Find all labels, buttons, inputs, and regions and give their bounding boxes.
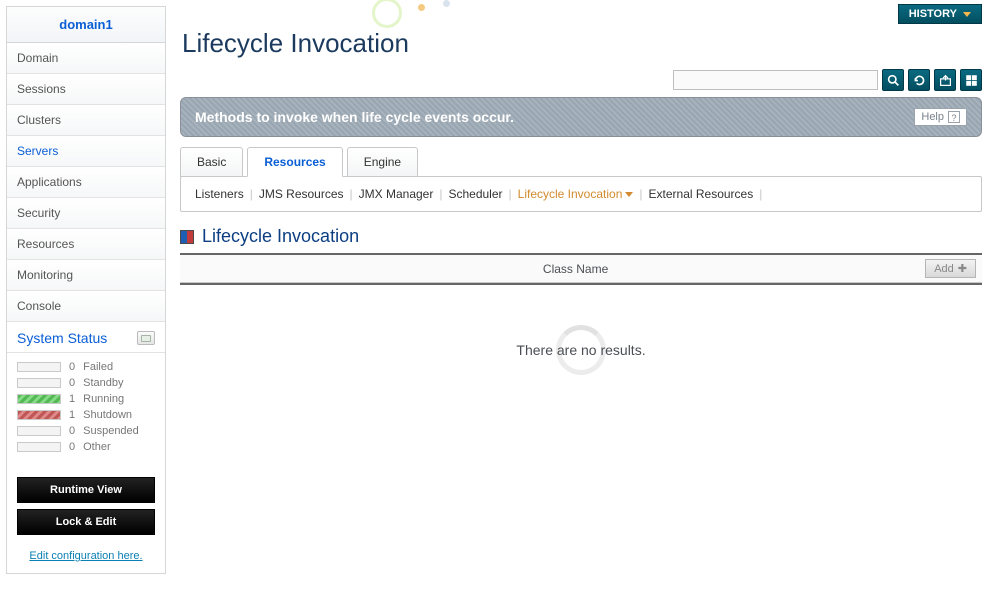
status-bar-icon (17, 362, 61, 372)
status-row-running: 1 Running (17, 393, 155, 405)
subnav: Listeners| JMS Resources| JMX Manager| S… (195, 187, 967, 201)
status-bar-icon (17, 394, 61, 404)
subnav-item-label: Lifecycle Invocation (518, 187, 623, 201)
status-count: 1 (69, 393, 75, 405)
sidebar: domain1 Domain Sessions Clusters Servers… (6, 6, 166, 574)
status-label: Suspended (83, 425, 139, 437)
chevron-down-icon (625, 192, 633, 197)
status-row-suspended: 0 Suspended (17, 425, 155, 437)
add-button[interactable]: Add ✚ (925, 259, 976, 278)
help-icon: ? (948, 111, 960, 123)
status-bar-icon (17, 410, 61, 420)
main-content: HISTORY Lifecycle Invocation Methods to … (172, 0, 990, 580)
status-label: Other (83, 441, 111, 453)
runtime-view-button[interactable]: Runtime View (17, 477, 155, 503)
chevron-down-icon (963, 12, 971, 17)
tab-engine[interactable]: Engine (347, 147, 418, 177)
banner-text: Methods to invoke when life cycle events… (195, 109, 514, 125)
table-header: Class Name Add ✚ (180, 255, 982, 283)
status-count: 0 (69, 361, 75, 373)
empty-message: There are no results. (516, 342, 645, 358)
export-icon[interactable] (934, 69, 956, 91)
subnav-lifecycle-invocation[interactable]: Lifecycle Invocation (518, 187, 634, 201)
tab-resources[interactable]: Resources (247, 147, 342, 177)
nav-monitoring[interactable]: Monitoring (7, 260, 165, 291)
subnav-jms-resources[interactable]: JMS Resources (259, 187, 344, 201)
empty-state: There are no results. (180, 305, 982, 395)
nav-console[interactable]: Console (7, 291, 165, 322)
tab-basic[interactable]: Basic (180, 147, 243, 177)
search-input[interactable] (673, 70, 878, 90)
status-label: Running (83, 393, 124, 405)
add-button-label: Add (934, 263, 954, 275)
column-class-name: Class Name (226, 262, 925, 276)
status-count: 1 (69, 409, 75, 421)
nav-sessions[interactable]: Sessions (7, 74, 165, 105)
nav-servers[interactable]: Servers (7, 136, 165, 167)
status-count: 0 (69, 377, 75, 389)
help-button[interactable]: Help ? (914, 108, 967, 126)
system-status-title: System Status (17, 330, 107, 346)
status-bar-icon (17, 426, 61, 436)
domain-title[interactable]: domain1 (7, 7, 165, 43)
system-status-header: System Status (7, 322, 165, 353)
grid-icon[interactable] (960, 69, 982, 91)
tab-strip: Basic Resources Engine (180, 147, 982, 177)
subnav-scheduler[interactable]: Scheduler (448, 187, 502, 201)
status-bar-icon (17, 378, 61, 388)
system-status-list: 0 Failed 0 Standby 1 Running 1 Shutdown … (7, 353, 165, 467)
plus-icon: ✚ (958, 262, 967, 275)
status-row-standby: 0 Standby (17, 377, 155, 389)
history-button[interactable]: HISTORY (898, 4, 982, 24)
page-title: Lifecycle Invocation (182, 28, 982, 59)
subnav-external-resources[interactable]: External Resources (649, 187, 754, 201)
status-row-other: 0 Other (17, 441, 155, 453)
status-bar-icon (17, 442, 61, 452)
subnav-jmx-manager[interactable]: JMX Manager (359, 187, 434, 201)
subnav-listeners[interactable]: Listeners (195, 187, 244, 201)
nav-applications[interactable]: Applications (7, 167, 165, 198)
section-header: Lifecycle Invocation (180, 226, 982, 247)
status-row-failed: 0 Failed (17, 361, 155, 373)
status-label: Failed (83, 361, 113, 373)
nav-domain[interactable]: Domain (7, 43, 165, 74)
results-table: Class Name Add ✚ (180, 253, 982, 285)
status-row-shutdown: 1 Shutdown (17, 409, 155, 421)
flag-icon (180, 230, 194, 244)
history-button-label: HISTORY (909, 8, 957, 20)
status-label: Shutdown (83, 409, 132, 421)
edit-configuration-link[interactable]: Edit configuration here. (7, 545, 165, 573)
subnav-box: Listeners| JMS Resources| JMX Manager| S… (180, 176, 982, 212)
section-title: Lifecycle Invocation (202, 226, 359, 247)
description-banner: Methods to invoke when life cycle events… (180, 97, 982, 137)
lock-edit-button[interactable]: Lock & Edit (17, 509, 155, 535)
status-count: 0 (69, 441, 75, 453)
search-icon[interactable] (882, 69, 904, 91)
monitor-icon[interactable] (137, 331, 155, 345)
status-count: 0 (69, 425, 75, 437)
help-button-label: Help (921, 111, 944, 123)
nav-resources[interactable]: Resources (7, 229, 165, 260)
nav-security[interactable]: Security (7, 198, 165, 229)
nav-clusters[interactable]: Clusters (7, 105, 165, 136)
refresh-icon[interactable] (908, 69, 930, 91)
status-label: Standby (83, 377, 123, 389)
